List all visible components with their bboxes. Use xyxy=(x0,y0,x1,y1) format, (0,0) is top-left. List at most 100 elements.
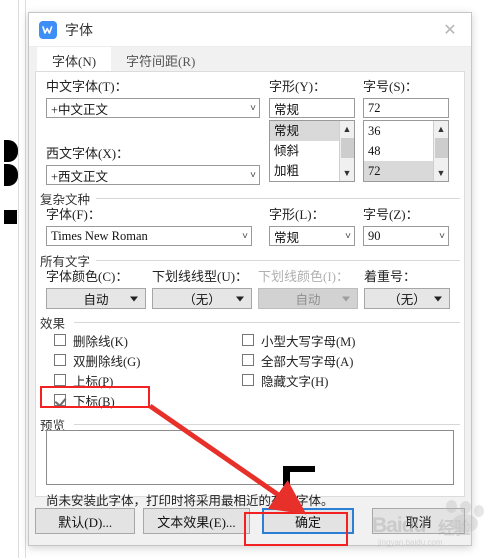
emphasis-mark-label: 着重号： xyxy=(364,269,417,284)
doc-glyph-shape-2 xyxy=(4,164,18,186)
font-style-value: 常规 xyxy=(274,102,300,117)
chevron-down-icon: ˅ xyxy=(250,169,256,181)
scroll-down-icon[interactable]: ▼ xyxy=(434,165,449,181)
chevron-down-icon: ˅ xyxy=(242,230,248,242)
font-style-listbox[interactable]: 常规 倾斜 加粗 ▲ ▼ xyxy=(269,120,355,182)
complex-script-group: 复杂文种 字体(F)： Times New Roman ˅ 字形(L)： 常规 … xyxy=(40,189,460,248)
checkbox-label: 双删除线(G) xyxy=(73,354,141,369)
underline-color-dropdown: 自动 xyxy=(258,288,358,309)
chevron-down-icon: ˅ xyxy=(250,102,256,114)
underline-color-value: 自动 xyxy=(295,293,321,307)
scroll-down-icon[interactable]: ▼ xyxy=(340,165,355,181)
checkbox-icon xyxy=(242,354,254,366)
chinese-font-value: +中文正文 xyxy=(51,102,109,117)
checkbox-strikethrough[interactable]: 删除线(K) xyxy=(54,330,140,350)
checkbox-all-caps[interactable]: 全部大写字母(A) xyxy=(242,350,355,370)
doc-glyph-shape xyxy=(4,140,18,162)
checkbox-icon xyxy=(54,374,66,386)
tab-character-spacing[interactable]: 字符间距(R) xyxy=(111,47,210,71)
dialog-content: 中文字体(T)： +中文正文 ˅ 西文字体(X)： +西文正文 ˅ 字形(Y)：… xyxy=(35,71,465,508)
preview-glyph xyxy=(283,466,315,486)
dropdown-arrow-icon xyxy=(434,296,442,301)
cancel-button[interactable]: 取消 xyxy=(372,508,465,534)
font-preview-box xyxy=(46,430,454,486)
group-divider xyxy=(86,198,460,199)
checkbox-subscript[interactable]: 下标(B) xyxy=(54,390,140,410)
scrollbar-thumb[interactable] xyxy=(340,138,354,158)
western-font-value: +西文正文 xyxy=(51,169,109,184)
chevron-down-icon: ˅ xyxy=(345,230,351,242)
text-effects-button[interactable]: 文本效果(E)... xyxy=(143,508,250,534)
checkbox-label: 删除线(K) xyxy=(73,334,128,349)
font-size-value: 72 xyxy=(368,100,381,115)
font-color-dropdown[interactable]: 自动 xyxy=(46,288,146,309)
all-text-group: 所有文字 字体颜色(C)： 自动 下划线线型(U)： （无） 下划线颜色(I)：… xyxy=(40,251,460,310)
tab-bar: 字体(N) 字符间距(R) xyxy=(29,47,471,71)
font-size-listbox[interactable]: 36 48 72 ▲ ▼ xyxy=(363,120,449,182)
checkbox-icon-checked xyxy=(54,394,66,406)
group-divider xyxy=(86,260,460,261)
font-size-input[interactable]: 72 xyxy=(363,98,449,118)
western-font-combo[interactable]: +西文正文 ˅ xyxy=(46,165,260,185)
ok-button[interactable]: 确定 xyxy=(261,508,355,534)
dropdown-arrow-icon xyxy=(236,296,244,301)
underline-style-value: （无） xyxy=(183,293,221,307)
checkbox-icon xyxy=(242,334,254,346)
checkbox-superscript[interactable]: 上标(P) xyxy=(54,370,140,390)
chinese-font-label: 中文字体(T)： xyxy=(46,79,128,94)
checkbox-label: 隐藏文字(H) xyxy=(261,374,329,389)
underline-style-dropdown[interactable]: （无） xyxy=(152,288,252,309)
underline-style-label: 下划线线型(U)： xyxy=(152,269,249,284)
close-icon[interactable]: ✕ xyxy=(435,17,465,43)
font-style-input[interactable]: 常规 xyxy=(269,98,355,118)
checkbox-hidden-text[interactable]: 隐藏文字(H) xyxy=(242,370,355,390)
page-edge-line xyxy=(18,0,19,558)
scrollbar[interactable]: ▲ ▼ xyxy=(339,121,354,181)
dialog-title: 字体 xyxy=(65,23,93,39)
checkbox-small-caps[interactable]: 小型大写字母(M) xyxy=(242,330,355,350)
scroll-up-icon[interactable]: ▲ xyxy=(434,121,449,137)
complex-style-label: 字形(L)： xyxy=(269,207,325,222)
chinese-font-combo[interactable]: +中文正文 ˅ xyxy=(46,98,260,118)
dialog-footer: 默认(D)... 文本效果(E)... 确定 取消 xyxy=(35,505,465,537)
complex-style-combo[interactable]: 常规 ˅ xyxy=(269,226,355,246)
page-edge-line-2 xyxy=(25,0,26,558)
dropdown-arrow-icon xyxy=(342,296,350,301)
preview-group: 预览 尚未安装此字体，打印时将采用最相近的有效字体。 xyxy=(40,415,460,508)
complex-size-combo[interactable]: 90 ˅ xyxy=(363,226,449,246)
font-color-value: 自动 xyxy=(83,293,109,307)
default-button[interactable]: 默认(D)... xyxy=(35,508,136,534)
wps-logo-icon xyxy=(39,20,57,39)
complex-font-label: 字体(F)： xyxy=(46,207,101,222)
western-font-label: 西文字体(X)： xyxy=(46,146,130,161)
complex-font-value: Times New Roman xyxy=(51,228,148,243)
chevron-down-icon: ˅ xyxy=(439,230,445,242)
font-dialog: 字体 ✕ 字体(N) 字符间距(R) 中文字体(T)： +中文正文 ˅ 西文字体… xyxy=(28,12,472,546)
scrollbar-thumb[interactable] xyxy=(434,138,448,158)
checkbox-label: 小型大写字母(M) xyxy=(261,334,356,349)
dropdown-arrow-icon xyxy=(130,296,138,301)
font-size-label: 字号(S)： xyxy=(363,79,418,94)
dialog-titlebar: 字体 ✕ xyxy=(29,13,471,47)
checkbox-icon xyxy=(54,354,66,366)
scrollbar[interactable]: ▲ ▼ xyxy=(433,121,448,181)
checkbox-label: 上标(P) xyxy=(73,374,114,389)
emphasis-mark-value: （无） xyxy=(388,293,426,307)
font-color-label: 字体颜色(C)： xyxy=(46,269,129,284)
group-divider xyxy=(74,424,460,425)
checkbox-double-strikethrough[interactable]: 双删除线(G) xyxy=(54,350,140,370)
checkbox-label: 全部大写字母(A) xyxy=(261,354,354,369)
complex-style-value: 常规 xyxy=(274,230,300,245)
checkbox-label: 下标(B) xyxy=(73,394,115,409)
group-divider xyxy=(74,322,460,323)
complex-font-combo[interactable]: Times New Roman ˅ xyxy=(46,226,252,246)
underline-color-label: 下划线颜色(I)： xyxy=(258,269,349,284)
complex-size-label: 字号(Z)： xyxy=(363,207,419,222)
emphasis-mark-dropdown[interactable]: （无） xyxy=(364,288,450,309)
scroll-up-icon[interactable]: ▲ xyxy=(340,121,355,137)
checkbox-icon xyxy=(242,374,254,386)
font-style-label: 字形(Y)： xyxy=(269,79,327,94)
doc-glyph-shape-3 xyxy=(4,210,17,224)
effects-group: 效果 删除线(K) 双删除线(G) 上标(P) 下标(B) 小型大写字母(M) … xyxy=(40,313,460,409)
tab-font[interactable]: 字体(N) xyxy=(37,47,112,71)
